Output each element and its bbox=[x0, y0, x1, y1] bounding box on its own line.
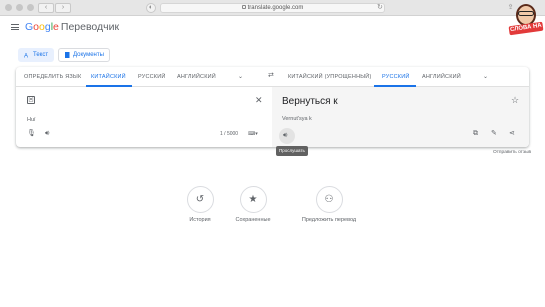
minimize-window-button[interactable] bbox=[16, 4, 23, 11]
main-menu-icon[interactable] bbox=[11, 24, 19, 30]
app-header: Google Переводчик bbox=[0, 16, 545, 40]
suggest-translation-shortcut[interactable]: ⚇ Предложить перевод bbox=[299, 186, 359, 224]
logo-letter-1: G bbox=[25, 21, 34, 33]
saved-shortcut[interactable]: ★ Сохраненные bbox=[223, 186, 283, 224]
target-lang-chinese-simplified-tab[interactable]: КИТАЙСКИЙ (УПРОЩЕННЫЙ) bbox=[288, 73, 372, 81]
translation-output: Вернуться к bbox=[282, 96, 338, 107]
character-counter: 1 / 5000 bbox=[220, 131, 239, 137]
source-lang-chinese-tab[interactable]: КИТАЙСКИЙ bbox=[91, 73, 126, 81]
text-mode-button[interactable]: A Текст bbox=[18, 48, 55, 62]
clear-text-icon[interactable]: ✕ bbox=[255, 95, 263, 105]
documents-mode-button[interactable]: Документы bbox=[58, 48, 110, 62]
source-more-languages-chevron-icon[interactable]: ⌄ bbox=[238, 73, 243, 81]
star-icon[interactable]: ★ bbox=[239, 186, 267, 213]
target-lang-english-tab[interactable]: АНГЛИЙСКИЙ bbox=[422, 73, 461, 81]
svg-text:A: A bbox=[24, 54, 28, 59]
suggest-translation-label: Предложить перевод bbox=[301, 217, 357, 223]
saved-label: Сохраненные bbox=[235, 217, 271, 223]
send-feedback-link[interactable]: Отправить отзыв bbox=[493, 150, 531, 156]
history-shortcut[interactable]: ↺ История bbox=[170, 186, 230, 224]
edit-translation-icon[interactable]: ✎ bbox=[491, 130, 497, 138]
url-text: translate.google.com bbox=[247, 5, 304, 11]
target-pane: Вернуться к ☆ Vernut'sya k ⧉ ✎ ⋖ bbox=[272, 87, 529, 147]
history-label: История bbox=[189, 217, 211, 223]
save-translation-star-icon[interactable]: ☆ bbox=[511, 95, 519, 105]
source-pane: 回 ✕ Huí 🎙︎ 🔊︎ 1 / 5000 ⌨︎▾ bbox=[16, 87, 272, 147]
address-bar[interactable]: translate.google.com bbox=[160, 3, 385, 13]
forward-button[interactable]: › bbox=[55, 3, 71, 13]
back-button[interactable]: ‹ bbox=[38, 3, 54, 13]
language-bar: ОПРЕДЕЛИТЬ ЯЗЫК КИТАЙСКИЙ РУССКИЙ АНГЛИЙ… bbox=[16, 67, 529, 87]
suggest-edit-icon[interactable]: ⚇ bbox=[315, 186, 343, 213]
privacy-shield-icon[interactable]: ◐ bbox=[146, 3, 156, 13]
product-name: Переводчик bbox=[60, 21, 120, 33]
text-mode-label: Текст bbox=[33, 52, 49, 58]
listen-tooltip: Прослушать bbox=[276, 146, 308, 156]
close-window-button[interactable] bbox=[5, 4, 12, 11]
zoom-window-button[interactable] bbox=[27, 4, 34, 11]
target-more-languages-chevron-icon[interactable]: ⌄ bbox=[483, 73, 488, 81]
source-listen-speaker-icon[interactable]: 🔊︎ bbox=[45, 130, 49, 138]
source-input-text: 回 bbox=[28, 97, 34, 103]
translation-card: ОПРЕДЕЛИТЬ ЯЗЫК КИТАЙСКИЙ РУССКИЙ АНГЛИЙ… bbox=[16, 67, 529, 147]
documents-mode-label: Документы bbox=[73, 52, 104, 58]
target-listen-speaker-icon: 🔊︎ bbox=[283, 132, 288, 139]
swap-languages-icon[interactable]: ⇄ bbox=[268, 72, 274, 80]
history-icon[interactable]: ↺ bbox=[186, 186, 214, 213]
source-lang-russian-tab[interactable]: РУССКИЙ bbox=[138, 73, 166, 81]
target-listen-button[interactable]: 🔊︎ bbox=[279, 128, 295, 144]
lock-icon bbox=[241, 5, 246, 9]
target-transliteration: Vernut'sya k bbox=[282, 116, 312, 122]
browser-toolbar: ‹ › ◐ translate.google.com ↻ ⇪ bbox=[0, 0, 545, 16]
document-icon bbox=[65, 52, 70, 58]
source-input[interactable]: 回 bbox=[27, 96, 35, 104]
logo-letter-6: e bbox=[53, 21, 59, 33]
text-icon: A bbox=[24, 54, 28, 59]
keyboard-icon[interactable]: ⌨︎▾ bbox=[248, 130, 258, 138]
google-translate-logo[interactable]: Google Переводчик bbox=[25, 21, 119, 34]
microphone-icon[interactable]: 🎙︎ bbox=[27, 130, 36, 138]
reload-icon[interactable]: ↻ bbox=[377, 4, 383, 12]
source-lang-english-tab[interactable]: АНГЛИЙСКИЙ bbox=[177, 73, 216, 81]
window-controls bbox=[5, 4, 34, 11]
target-lang-russian-tab[interactable]: РУССКИЙ bbox=[382, 73, 410, 81]
share-translation-icon[interactable]: ⋖ bbox=[509, 130, 515, 138]
copy-icon[interactable]: ⧉ bbox=[473, 130, 478, 138]
source-lang-detect-tab[interactable]: ОПРЕДЕЛИТЬ ЯЗЫК bbox=[24, 73, 81, 81]
source-transliteration: Huí bbox=[27, 117, 36, 123]
